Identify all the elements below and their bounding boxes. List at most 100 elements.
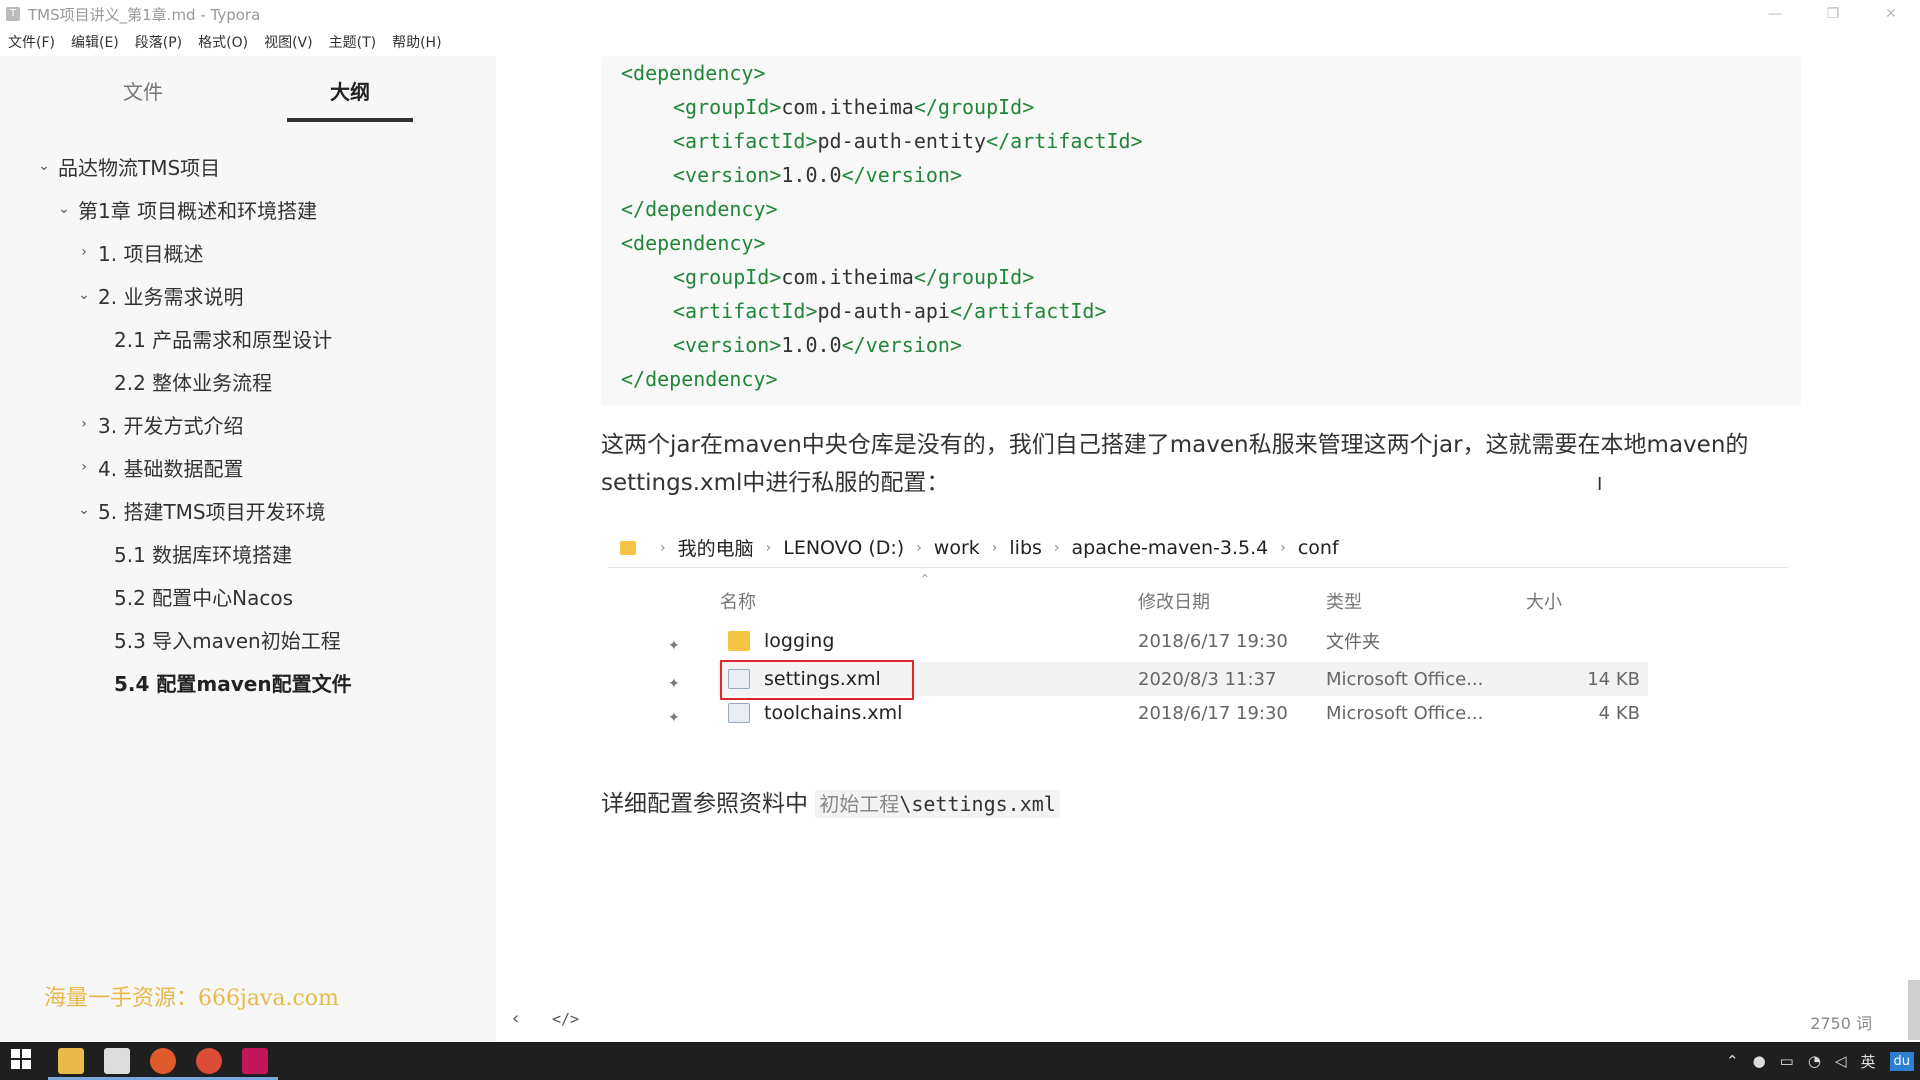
menu-edit[interactable]: 编辑(E) [71,32,119,52]
column-header-date: 修改日期 [1138,592,1210,613]
breadcrumb-item[interactable]: 我的电脑 [678,534,754,561]
code-tag-close: </version> [841,163,963,187]
code-text: pd-auth-api [817,299,950,323]
menu-view[interactable]: 视图(V) [264,32,313,52]
chevron-down-icon[interactable]: ⌄ [34,158,54,174]
breadcrumb-item[interactable]: LENOVO (D:) [783,537,904,559]
menu-paragraph[interactable]: 段落(P) [135,32,182,52]
outline-item-label: 5.3 导入maven初始工程 [114,628,341,653]
menu-format[interactable]: 格式(O) [198,32,248,52]
code-line: </dependency> [621,362,778,396]
outline-item-label: 2.1 产品需求和原型设计 [114,327,333,352]
outline-item[interactable]: 5.2 配置中心Nacos [114,576,293,616]
outline-item-label: 5. 搭建TMS项目开发环境 [98,499,326,524]
chevron-down-icon[interactable]: ⌄ [54,201,74,217]
chevron-right-icon[interactable]: › [74,416,94,432]
code-tag-open: <groupId> [673,95,782,119]
breadcrumb: › 我的电脑 › LENOVO (D:) › work › libs › apache-maven… [608,528,1788,568]
code-line: <artifactId>pd-auth-entity</artifactId> [673,124,1143,158]
outline-item[interactable]: ⌄ 2. 业务需求说明 [74,275,243,315]
detail-prefix: 详细配置参照资料中 [601,791,816,817]
code-tag-open: </dependency> [621,367,778,391]
code-text: com.itheima [781,95,914,119]
minimize-icon[interactable]: — [1746,0,1804,28]
code-text: 1.0.0 [781,333,842,357]
code-line: <dependency> [621,226,766,260]
breadcrumb-item[interactable]: apache-maven-3.5.4 [1072,537,1269,559]
windows-start-icon[interactable] [10,1048,36,1074]
chrome-icon[interactable] [186,1048,232,1080]
sort-caret-icon: ⌃ [920,572,931,586]
scrollbar-thumb[interactable] [1908,980,1920,1040]
ime-indicator[interactable]: 英 [1860,1051,1875,1072]
media-app-icon[interactable] [140,1048,186,1080]
title-bar: T TMS项目讲义_第1章.md - Typora — ❐ ✕ [0,0,1920,28]
tab-files[interactable]: 文件 [88,76,198,120]
outline-item[interactable]: 2.1 产品需求和原型设计 [114,318,332,358]
editor-area[interactable]: <dependency> <groupId>com.itheima</groupI… [496,56,1920,1042]
breadcrumb-item[interactable]: libs [1009,537,1042,559]
tab-outline[interactable]: 大纲 [287,76,413,122]
maximize-icon[interactable]: ❐ [1804,0,1862,28]
file-explorer-icon[interactable] [48,1048,94,1080]
notes-app-icon[interactable] [94,1048,140,1080]
file-type: 文件夹 [1326,632,1380,653]
code-line: <groupId>com.itheima</groupId> [673,90,1034,124]
word-count[interactable]: 2750 词 [1810,1010,1872,1034]
breadcrumb-item[interactable]: work [934,537,980,559]
code-text: 1.0.0 [781,163,842,187]
outline-item[interactable]: 5.3 导入maven初始工程 [114,619,341,659]
source-code-mode-icon[interactable]: </> [552,1010,579,1028]
code-tag-close: </groupId> [913,95,1035,119]
chevron-right-icon[interactable]: › [74,244,94,260]
outline-item-label: 3. 开发方式介绍 [98,413,244,438]
intellij-icon[interactable] [232,1048,278,1080]
inline-code-file: \settings.xml [899,792,1056,816]
outline-item[interactable]: 5.1 数据库环境搭建 [114,533,292,573]
file-date: 2018/6/17 19:30 [1138,630,1288,652]
outline-item[interactable]: ⌄ 第1章 项目概述和环境搭建 [54,189,317,229]
code-line: <dependency> [621,56,766,90]
breadcrumb-separator-icon: › [660,539,666,556]
file-size: 14 KB [1587,668,1640,690]
column-header-size: 大小 [1526,592,1562,613]
network-icon[interactable]: ◔ [1808,1052,1821,1070]
code-text: com.itheima [781,265,914,289]
pin-icon: ✦ [668,676,680,692]
outline-item-label: 5.1 数据库环境搭建 [114,542,293,567]
code-line: <version>1.0.0</version> [673,158,962,192]
code-tag-close: </version> [841,333,963,357]
text-cursor-icon: I [1597,474,1603,495]
menu-help[interactable]: 帮助(H) [392,32,441,52]
baidu-input-icon[interactable]: du [1889,1051,1914,1071]
outline-item[interactable]: › 3. 开发方式介绍 [74,404,243,444]
code-tag-open: <dependency> [621,231,766,255]
outline-item-label: 2.2 整体业务流程 [114,370,273,395]
code-tag-close: </artifactId> [949,299,1107,323]
battery-icon[interactable]: ▭ [1780,1052,1794,1070]
chevron-down-icon[interactable]: ⌄ [74,287,94,303]
tray-chevron-up-icon[interactable]: ⌃ [1726,1052,1739,1070]
chevron-down-icon[interactable]: ⌄ [74,502,94,518]
menu-theme[interactable]: 主题(T) [329,32,376,52]
outline-item[interactable]: › 4. 基础数据配置 [74,447,243,487]
window-title: TMS项目讲义_第1章.md - Typora [28,5,261,24]
outline-item[interactable]: 5.4 配置maven配置文件 [114,662,352,702]
microphone-icon[interactable]: ● [1753,1052,1766,1070]
close-icon[interactable]: ✕ [1862,0,1920,28]
file-size: 4 KB [1598,702,1640,724]
breadcrumb-separator-icon: › [991,539,998,556]
code-text: pd-auth-entity [817,129,987,153]
menu-file[interactable]: 文件(F) [8,32,55,52]
chevron-right-icon[interactable]: › [74,459,94,475]
outline-item[interactable]: ⌄ 5. 搭建TMS项目开发环境 [74,490,326,530]
file-name: toolchains.xml [764,702,903,724]
outline-item[interactable]: 2.2 整体业务流程 [114,361,272,401]
breadcrumb-item[interactable]: conf [1298,537,1339,559]
toggle-sidebar-icon[interactable]: ‹ [512,1008,519,1029]
outline-item[interactable]: › 1. 项目概述 [74,232,203,272]
code-block[interactable]: <dependency> <groupId>com.itheima</groupI… [601,56,1801,406]
outline-item[interactable]: ⌄ 品达物流TMS项目 [34,146,220,186]
volume-icon[interactable]: ◁ [1835,1052,1847,1070]
outline-item-label: 1. 项目概述 [98,241,204,266]
